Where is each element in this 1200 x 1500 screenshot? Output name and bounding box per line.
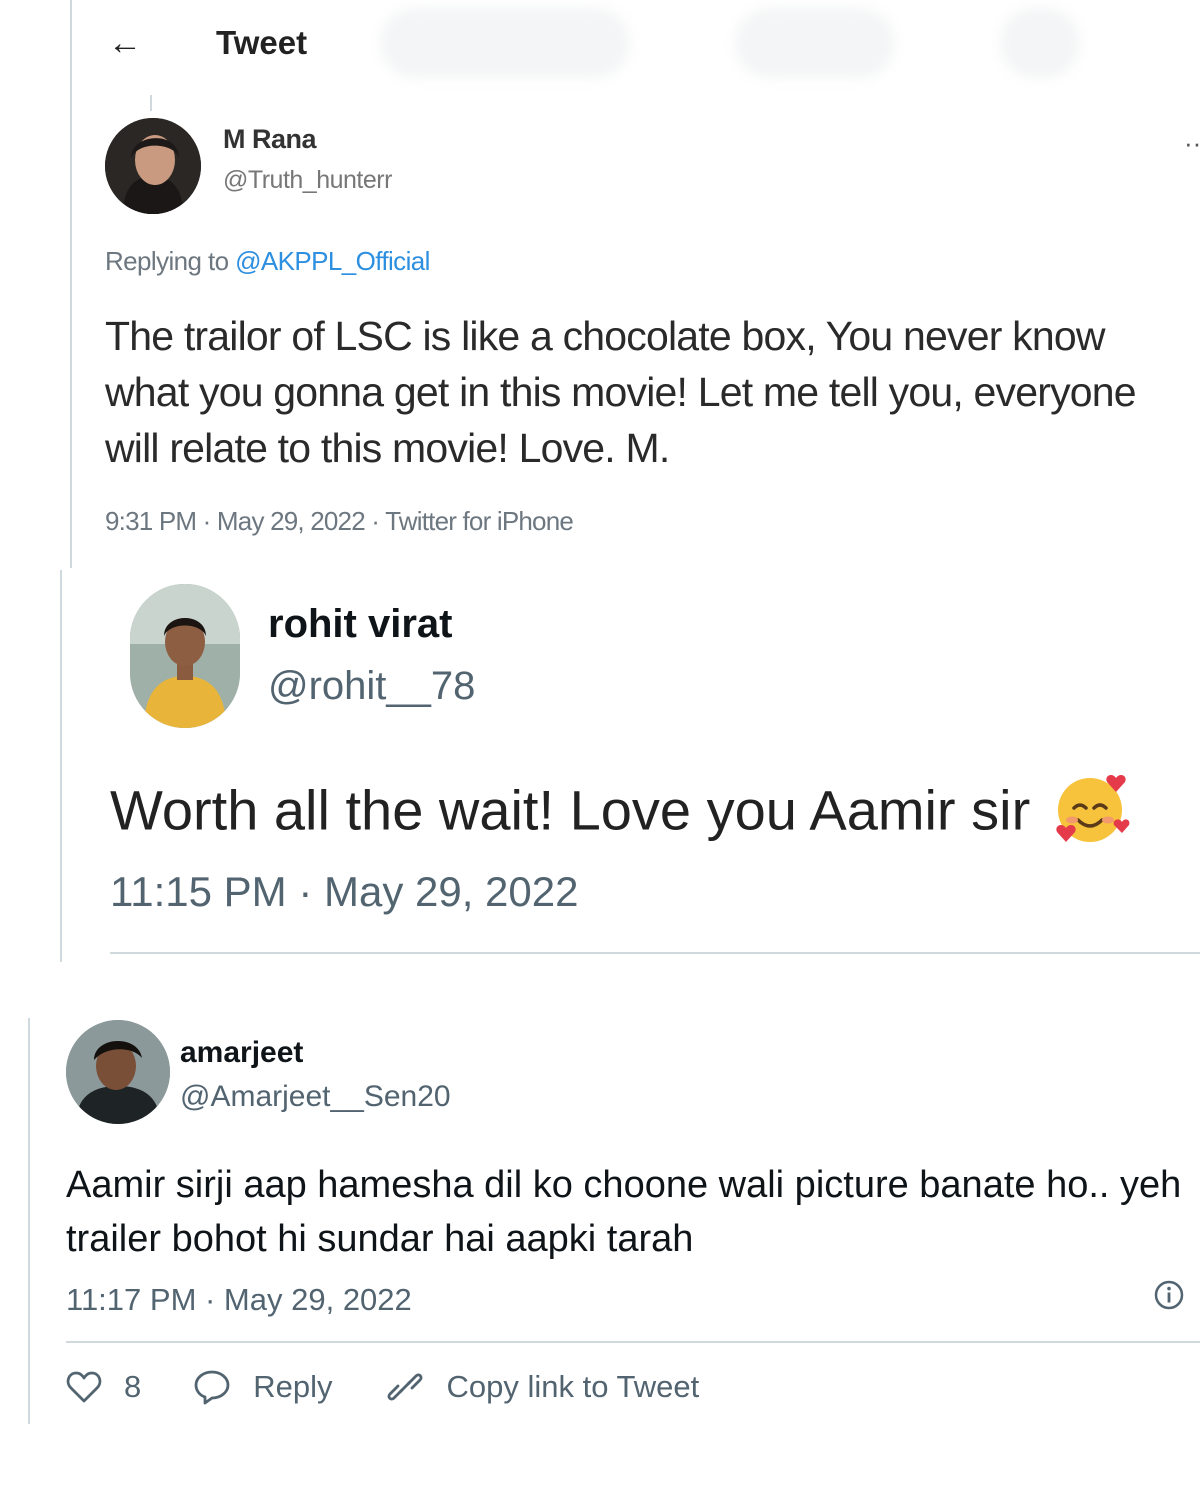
blurred-header-element — [735, 8, 895, 78]
panel-border — [60, 570, 62, 962]
user-handle[interactable]: @Truth_hunterr — [223, 166, 392, 195]
tweet-timestamp[interactable]: 9:31 PM · May 29, 2022 · Twitter for iPh… — [105, 506, 574, 537]
tweet-panel-rohit-virat: rohit virat @rohit__78 Worth all the wai… — [60, 570, 1200, 962]
user-handle[interactable]: @Amarjeet__Sen20 — [180, 1080, 451, 1114]
avatar[interactable] — [66, 1020, 170, 1124]
tweet-body: Worth all the wait! Love you Aamir sir — [110, 770, 1130, 859]
tweet-text: Worth all the wait! Love you Aamir sir — [110, 778, 1031, 842]
thread-line — [150, 95, 152, 111]
tweet-actions: 8 Reply Copy link to Tweet — [66, 1368, 751, 1406]
blurred-header-element — [1000, 8, 1080, 78]
display-name[interactable]: rohit virat — [268, 602, 452, 647]
user-handle[interactable]: @rohit__78 — [268, 664, 475, 709]
panel-border — [70, 0, 72, 568]
tweet-header: ← Tweet — [108, 20, 307, 66]
tweet-text: Aamir sirji aap hamesha dil ko choone wa… — [66, 1164, 1182, 1260]
tweet-timestamp[interactable]: 11:17 PM · May 29, 2022 — [66, 1282, 412, 1318]
copy-link-label: Copy link to Tweet — [446, 1369, 700, 1404]
arrow-left-icon[interactable]: ← — [108, 26, 216, 60]
panel-border — [28, 1018, 30, 1424]
speech-bubble-icon — [194, 1370, 230, 1405]
like-count: 8 — [124, 1369, 142, 1404]
tweet-panel-m-rana: ← Tweet M Rana @Truth_hunterr ·· Replyin… — [0, 0, 1200, 568]
heart-icon — [66, 1371, 102, 1403]
divider — [66, 1341, 1200, 1343]
replying-prefix: Replying to — [105, 246, 229, 276]
tweet-text: The trailor of LSC is like a chocolate b… — [105, 313, 1137, 471]
mention-link[interactable]: @AKPPL_Official — [235, 246, 430, 276]
copy-link-button[interactable]: Copy link to Tweet — [385, 1368, 700, 1406]
avatar[interactable] — [130, 584, 240, 728]
page-title: Tweet — [216, 24, 308, 61]
info-icon[interactable] — [1154, 1280, 1184, 1310]
smiling-face-with-hearts-icon — [1054, 770, 1130, 859]
display-name[interactable]: M Rana — [223, 124, 317, 155]
divider — [110, 952, 1200, 954]
reply-label: Reply — [253, 1369, 333, 1404]
display-name[interactable]: amarjeet — [180, 1036, 303, 1070]
blurred-header-element — [380, 8, 630, 78]
like-button[interactable]: 8 — [66, 1369, 141, 1405]
reply-button[interactable]: Reply — [193, 1369, 333, 1405]
replying-to: Replying to @AKPPL_Official — [105, 246, 430, 277]
more-dots-icon[interactable]: ·· — [1184, 128, 1200, 159]
tweet-timestamp[interactable]: 11:15 PM · May 29, 2022 — [110, 868, 578, 916]
avatar[interactable] — [105, 118, 201, 214]
link-icon — [387, 1373, 422, 1401]
tweet-panel-amarjeet: amarjeet @Amarjeet__Sen20 Aamir sirji aa… — [28, 1018, 1200, 1424]
